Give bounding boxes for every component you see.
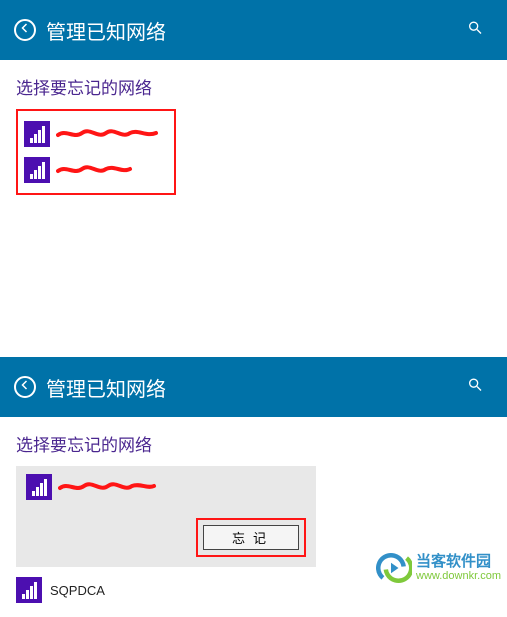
header: 管理已知网络 <box>0 0 507 60</box>
selected-network-box: 忘记 <box>16 466 316 567</box>
network-item[interactable] <box>24 121 166 147</box>
back-arrow-icon <box>19 378 31 396</box>
wifi-signal-icon <box>24 121 50 147</box>
wifi-signal-icon <box>24 157 50 183</box>
section-title: 选择要忘记的网络 <box>16 431 491 456</box>
search-button[interactable] <box>467 377 483 398</box>
wifi-signal-icon <box>26 474 52 500</box>
panel-1: 管理已知网络 选择要忘记的网络 <box>0 0 507 209</box>
watermark-logo-icon <box>376 550 412 586</box>
network-name: SQPDCA <box>50 583 105 598</box>
page-title: 管理已知网络 <box>46 373 166 402</box>
search-icon <box>467 23 483 40</box>
network-item[interactable] <box>24 157 166 183</box>
header: 管理已知网络 <box>0 357 507 417</box>
content-area-1: 选择要忘记的网络 <box>0 60 507 209</box>
content-area-2: 选择要忘记的网络 忘记 SQPDCA <box>0 417 507 617</box>
back-button[interactable] <box>14 19 36 41</box>
network-item-selected[interactable] <box>26 474 306 500</box>
highlight-box: 忘记 <box>196 518 306 557</box>
watermark: 当客软件园 www.downkr.com <box>376 550 501 586</box>
highlight-box <box>16 109 176 195</box>
forget-button[interactable]: 忘记 <box>203 525 299 550</box>
search-button[interactable] <box>467 20 483 41</box>
redacted-name <box>56 163 136 177</box>
wifi-signal-icon <box>16 577 42 603</box>
search-icon <box>467 380 483 397</box>
watermark-name: 当客软件园 <box>416 554 501 571</box>
page-title: 管理已知网络 <box>46 16 166 45</box>
redacted-name <box>58 480 158 494</box>
watermark-text: 当客软件园 www.downkr.com <box>416 554 501 583</box>
spacer <box>0 209 507 357</box>
redacted-name <box>56 127 166 141</box>
back-button[interactable] <box>14 376 36 398</box>
section-title: 选择要忘记的网络 <box>16 74 491 99</box>
watermark-url: www.downkr.com <box>416 570 501 582</box>
back-arrow-icon <box>19 21 31 39</box>
